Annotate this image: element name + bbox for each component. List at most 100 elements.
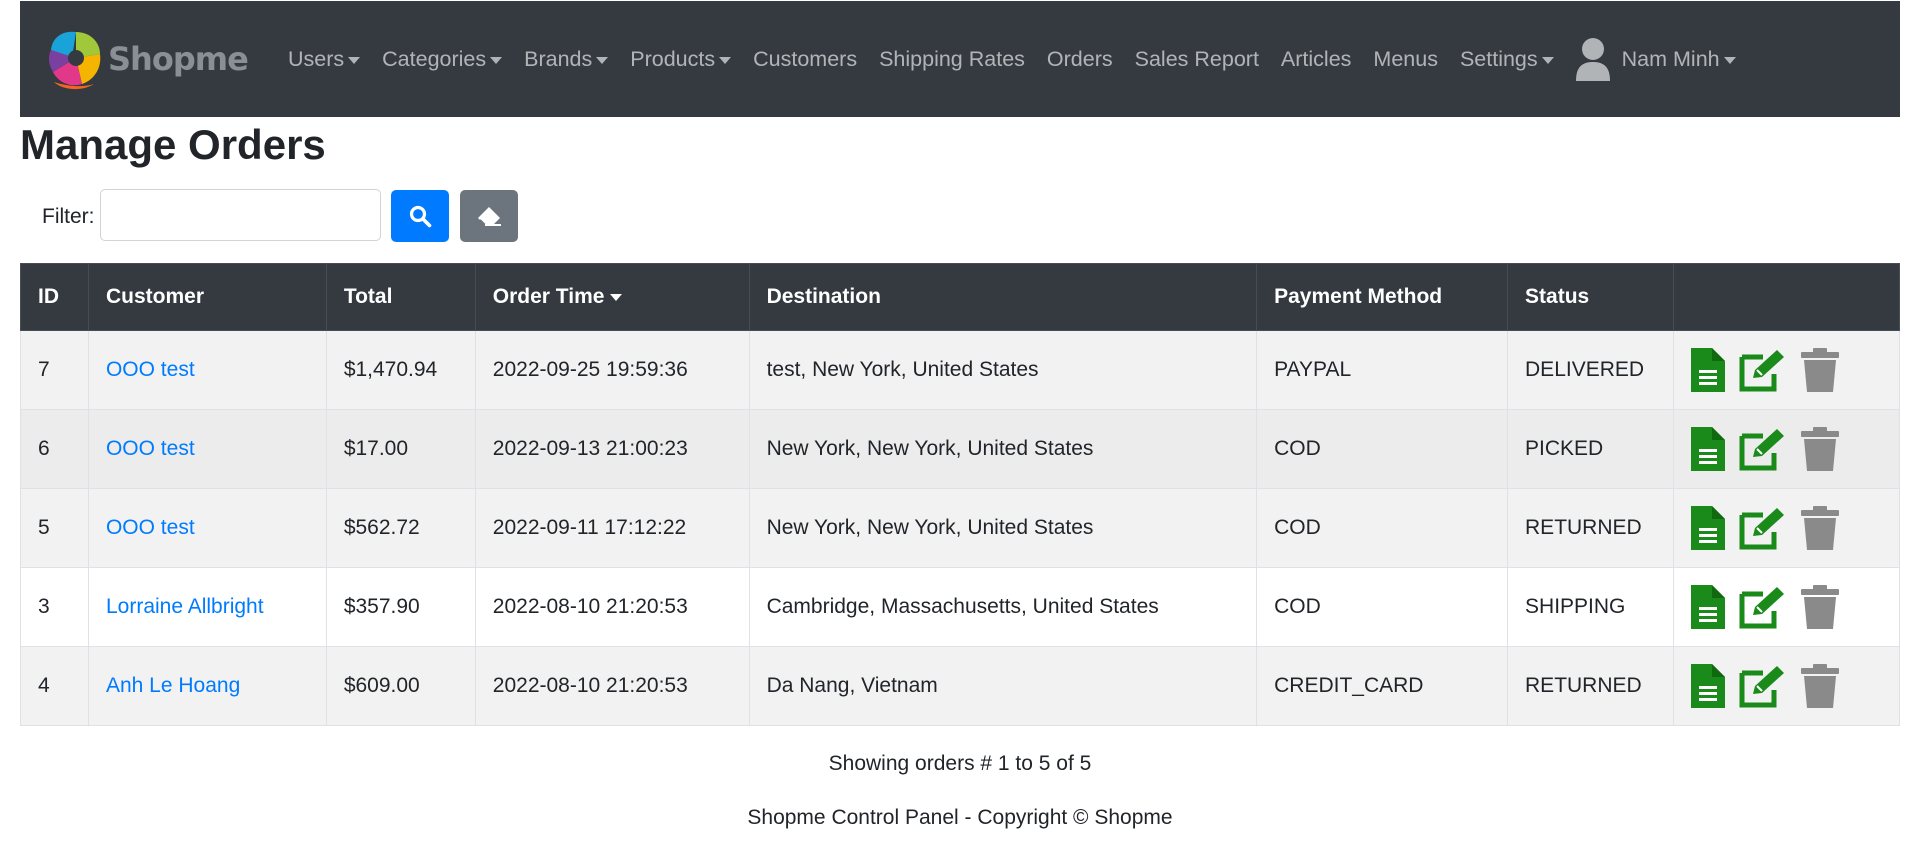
column-header-status[interactable]: Status — [1507, 263, 1674, 331]
nav-item-orders[interactable]: Orders — [1036, 47, 1124, 72]
cell-id: 5 — [20, 488, 89, 568]
order-status: DELIVERED — [1525, 358, 1645, 381]
orders-table: ID Customer Total Order Time Destination… — [20, 263, 1901, 726]
column-header-id[interactable]: ID — [20, 263, 89, 331]
cell-actions — [1672, 567, 1901, 647]
view-order-button[interactable] — [1690, 348, 1725, 392]
brand-logo[interactable]: Shopme — [42, 19, 262, 99]
file-alt-icon — [1690, 664, 1725, 708]
delete-order-button[interactable] — [1800, 585, 1839, 629]
order-time: 2022-09-13 21:00:23 — [492, 437, 688, 460]
nav-item-settings[interactable]: Settings — [1449, 47, 1565, 72]
payment-method: COD — [1274, 516, 1321, 539]
nav-item-customers[interactable]: Customers — [742, 47, 868, 72]
pagination-info: Showing orders # 1 to 5 of 5 — [828, 752, 1092, 775]
column-header-customer[interactable]: Customer — [87, 263, 327, 331]
header-label: Payment Method — [1274, 285, 1443, 308]
delete-order-button[interactable] — [1800, 664, 1839, 708]
row-actions — [1690, 664, 1882, 708]
chevron-down-icon — [490, 56, 503, 64]
edit-order-button[interactable] — [1739, 427, 1787, 471]
table-row: 5 OOO test $562.72 2022-09-11 17:12:22 N… — [20, 488, 1901, 568]
delete-order-button[interactable] — [1800, 506, 1839, 550]
cell-status: SHIPPING — [1507, 567, 1674, 647]
nav-item-brands[interactable]: Brands — [513, 47, 619, 72]
column-header-payment-method[interactable]: Payment Method — [1256, 263, 1509, 331]
order-time: 2022-08-10 21:20:53 — [492, 595, 688, 618]
cell-customer: Anh Le Hoang — [87, 646, 327, 726]
cell-order-time: 2022-09-25 19:59:36 — [474, 330, 750, 410]
cell-customer: OOO test — [87, 409, 327, 489]
delete-order-button[interactable] — [1800, 427, 1839, 471]
view-order-button[interactable] — [1690, 664, 1725, 708]
delete-order-button[interactable] — [1800, 348, 1839, 392]
chevron-down-icon — [596, 56, 609, 64]
view-order-button[interactable] — [1690, 427, 1725, 471]
search-button[interactable] — [391, 190, 449, 242]
customer-link[interactable]: Anh Le Hoang — [106, 674, 240, 697]
edit-icon — [1739, 350, 1784, 392]
nav-label: Articles — [1280, 46, 1352, 71]
customer-link[interactable]: Lorraine Allbright — [106, 595, 264, 618]
cell-total: $609.00 — [325, 646, 476, 726]
column-header-total[interactable]: Total — [325, 263, 476, 331]
row-actions — [1690, 348, 1882, 392]
filter-input[interactable] — [100, 189, 381, 241]
eraser-icon — [478, 207, 501, 226]
sort-down-icon — [610, 293, 623, 301]
order-status: PICKED — [1525, 437, 1604, 460]
cell-destination: New York, New York, United States — [748, 409, 1258, 489]
order-id: 4 — [38, 674, 50, 697]
nav-item-products[interactable]: Products — [619, 47, 742, 72]
nav-item-users[interactable]: Users — [277, 47, 371, 72]
chevron-down-icon — [1723, 56, 1736, 64]
cell-payment-method: CREDIT_CARD — [1256, 646, 1509, 726]
cell-destination: New York, New York, United States — [748, 488, 1258, 568]
header-label: Total — [343, 285, 393, 308]
trash-icon — [1800, 506, 1839, 550]
cell-total: $357.90 — [325, 567, 476, 647]
header-label: Order Time — [492, 285, 605, 308]
nav-item-categories[interactable]: Categories — [371, 47, 513, 72]
view-order-button[interactable] — [1690, 506, 1725, 550]
cell-actions — [1672, 330, 1901, 410]
user-menu[interactable]: Nam Minh — [1563, 37, 1747, 81]
edit-order-button[interactable] — [1739, 664, 1787, 708]
table-row: 6 OOO test $17.00 2022-09-13 21:00:23 Ne… — [20, 409, 1901, 489]
cell-payment-method: COD — [1256, 567, 1509, 647]
order-destination: test, New York, United States — [766, 358, 1039, 381]
order-total: $1,470.94 — [343, 358, 438, 381]
nav-item-menus[interactable]: Menus — [1362, 47, 1449, 72]
customer-link[interactable]: OOO test — [106, 358, 195, 381]
nav-item-sales-report[interactable]: Sales Report — [1124, 47, 1270, 72]
edit-order-button[interactable] — [1739, 506, 1787, 550]
cell-status: RETURNED — [1507, 646, 1674, 726]
page: Shopme Users Categories Brands Products … — [0, 0, 1920, 866]
customer-link[interactable]: OOO test — [106, 516, 195, 539]
cell-destination: Da Nang, Vietnam — [748, 646, 1258, 726]
cell-id: 4 — [20, 646, 89, 726]
payment-method: PAYPAL — [1274, 358, 1352, 381]
nav-label: Customers — [753, 46, 858, 71]
chevron-down-icon — [1541, 56, 1554, 64]
header-label: Customer — [105, 285, 204, 308]
nav-item-shipping-rates[interactable]: Shipping Rates — [868, 47, 1036, 72]
table-row: 3 Lorraine Allbright $357.90 2022-08-10 … — [20, 567, 1901, 647]
view-order-button[interactable] — [1690, 585, 1725, 629]
column-header-destination[interactable]: Destination — [748, 263, 1258, 331]
edit-order-button[interactable] — [1739, 348, 1787, 392]
cell-actions — [1672, 646, 1901, 726]
edit-icon — [1739, 508, 1784, 550]
clear-filter-button[interactable] — [460, 190, 518, 242]
order-id: 5 — [38, 516, 50, 539]
column-header-order-time[interactable]: Order Time — [474, 263, 750, 331]
cell-order-time: 2022-09-11 17:12:22 — [474, 488, 750, 568]
nav-item-articles[interactable]: Articles — [1270, 47, 1362, 72]
search-icon — [409, 205, 432, 228]
cell-id: 3 — [20, 567, 89, 647]
nav-label: Sales Report — [1134, 46, 1259, 71]
edit-order-button[interactable] — [1739, 585, 1787, 629]
nav-label: Settings — [1459, 46, 1538, 71]
customer-link[interactable]: OOO test — [106, 437, 195, 460]
order-destination: New York, New York, United States — [766, 437, 1094, 460]
